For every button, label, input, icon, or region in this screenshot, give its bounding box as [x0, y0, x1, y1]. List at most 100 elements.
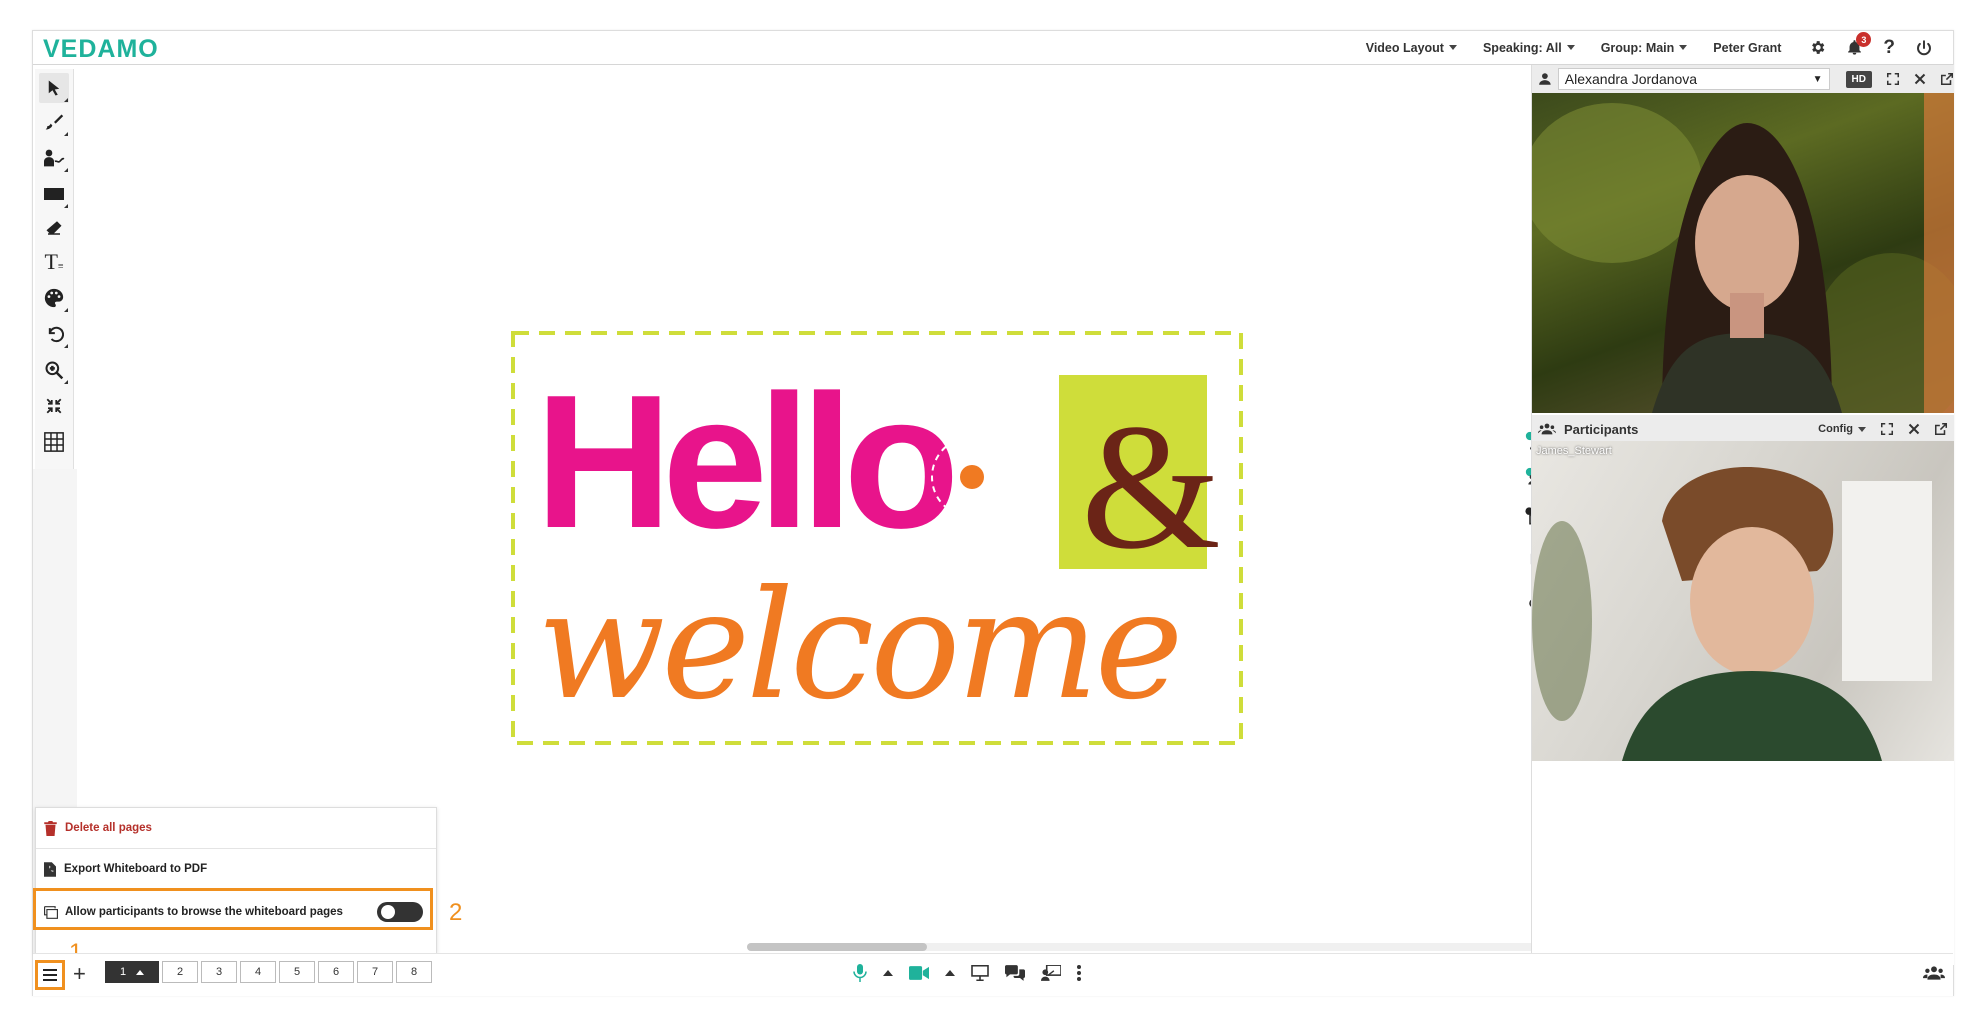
chevron-down-icon	[1679, 45, 1688, 50]
horizontal-scrollbar[interactable]	[747, 943, 1557, 951]
page-tab-5[interactable]: 5	[279, 961, 315, 983]
hello-welcome-graphic: Hello & welcome	[511, 331, 1243, 745]
group-menu[interactable]: Group: Main	[1601, 41, 1688, 55]
more-vertical-icon	[1077, 965, 1081, 981]
undo-tool[interactable]	[39, 319, 69, 349]
whiteboard-menu-button[interactable]	[35, 960, 65, 990]
speaking-menu[interactable]: Speaking: All	[1483, 41, 1575, 55]
export-pdf-item[interactable]: Export Whiteboard to PDF	[36, 849, 436, 889]
add-page-button[interactable]: +	[73, 962, 86, 986]
popout-button[interactable]	[1940, 72, 1954, 86]
export-pdf-label: Export Whiteboard to PDF	[64, 863, 208, 875]
user-icon	[1539, 73, 1551, 85]
allow-browse-highlight: Allow participants to browse the whitebo…	[33, 888, 433, 930]
chat-button[interactable]	[1005, 965, 1025, 981]
eraser-tool[interactable]	[39, 213, 69, 243]
allow-browse-label: Allow participants to browse the whitebo…	[65, 906, 343, 918]
config-menu[interactable]: Config	[1818, 423, 1866, 435]
camera-button[interactable]	[909, 966, 929, 980]
zoom-tool[interactable]	[39, 355, 69, 385]
undo-icon	[48, 326, 64, 343]
close-button[interactable]	[1914, 73, 1926, 85]
delete-all-pages-item[interactable]: Delete all pages	[36, 808, 436, 849]
page-tabs: 1 2 3 4 5 6 7 8	[105, 961, 435, 983]
grid-tool[interactable]	[39, 427, 69, 457]
more-options-button[interactable]	[1077, 965, 1081, 981]
video-panel: Alexandra Jordanova ▼ HD Participants Co…	[1531, 65, 1954, 965]
eraser-icon	[46, 221, 62, 235]
chevron-down-icon	[1448, 45, 1457, 50]
callout-2: 2	[449, 899, 463, 926]
speaking-label: Speaking: All	[1482, 40, 1562, 55]
notifications-button[interactable]: 3	[1846, 32, 1872, 56]
scrollbar-thumb[interactable]	[747, 943, 927, 951]
page-tab-3[interactable]: 3	[201, 961, 237, 983]
pdf-file-icon	[44, 861, 56, 877]
select-tool[interactable]	[39, 73, 69, 103]
rectangle-icon	[44, 188, 64, 200]
page-tab-7[interactable]: 7	[357, 961, 393, 983]
power-button[interactable]	[1915, 39, 1933, 57]
user-name[interactable]: Peter Grant	[1713, 41, 1781, 55]
chevron-down-icon: ▼	[1812, 73, 1823, 85]
settings-button[interactable]	[1809, 39, 1826, 56]
help-icon: ?	[1883, 36, 1895, 58]
close-icon	[1914, 73, 1926, 85]
screen-share-icon	[971, 965, 989, 981]
participants-header: Participants Config	[1532, 415, 1954, 443]
fit-tool[interactable]	[39, 391, 69, 421]
popout-button[interactable]	[1934, 422, 1948, 436]
shape-tool[interactable]	[39, 179, 69, 209]
participant-video-image	[1532, 93, 1954, 413]
brush-icon	[45, 114, 64, 130]
top-menu: Video Layout Speaking: All Group: Main P…	[1340, 31, 1933, 64]
video-james[interactable]: James_Stewart	[1532, 441, 1954, 761]
page-tab-1[interactable]: 1	[105, 961, 159, 983]
page-tab-4[interactable]: 4	[240, 961, 276, 983]
selected-participant: Alexandra Jordanova	[1564, 71, 1698, 87]
ampersand-text: &	[1081, 387, 1221, 586]
participants-icon	[1923, 966, 1945, 980]
chevron-up-icon	[136, 969, 145, 975]
participant-select[interactable]: Alexandra Jordanova ▼	[1557, 68, 1830, 90]
participant-video-image	[1532, 467, 1932, 761]
fullscreen-button[interactable]	[1886, 72, 1900, 86]
video1-header: Alexandra Jordanova ▼ HD	[1532, 65, 1954, 93]
hello-text: Hello	[535, 356, 952, 568]
page-tab-8[interactable]: 8	[396, 961, 432, 983]
presenter-button[interactable]	[1041, 965, 1061, 981]
chevron-up-icon	[883, 970, 893, 976]
text-tool[interactable]: T≡	[39, 247, 69, 277]
allow-browse-toggle[interactable]	[377, 902, 423, 922]
participants-button[interactable]	[1923, 965, 1945, 986]
media-controls	[853, 964, 1097, 982]
palette-icon	[44, 288, 64, 308]
brush-tool[interactable]	[39, 107, 69, 137]
page-tab-6[interactable]: 6	[318, 961, 354, 983]
video-layout-menu[interactable]: Video Layout	[1366, 41, 1457, 55]
microphone-button[interactable]	[853, 964, 867, 982]
video-name-tag: James_Stewart	[1536, 445, 1612, 457]
power-icon	[1917, 39, 1931, 55]
welcome-text: welcome	[537, 559, 1179, 733]
text-icon: T≡	[44, 249, 64, 274]
popout-icon	[1940, 72, 1954, 86]
screen-share-button[interactable]	[971, 965, 989, 981]
hd-button[interactable]: HD	[1845, 70, 1872, 88]
video-alexandra[interactable]	[1532, 93, 1954, 413]
chevron-down-icon	[1858, 426, 1866, 432]
presenter-pen-tool[interactable]	[39, 143, 69, 173]
color-tool[interactable]	[39, 283, 69, 313]
camera-options-button[interactable]	[945, 970, 955, 976]
page-tab-2[interactable]: 2	[162, 961, 198, 983]
microphone-icon	[853, 964, 867, 982]
chevron-down-icon	[1566, 45, 1575, 50]
toggle-knob	[381, 905, 395, 919]
close-button[interactable]	[1908, 423, 1920, 435]
mic-options-button[interactable]	[883, 970, 893, 976]
gear-icon	[1812, 41, 1825, 54]
notification-badge: 3	[1856, 32, 1872, 47]
help-button[interactable]: ?	[1883, 37, 1895, 59]
window-icon	[44, 905, 58, 919]
fullscreen-button[interactable]	[1880, 422, 1894, 436]
